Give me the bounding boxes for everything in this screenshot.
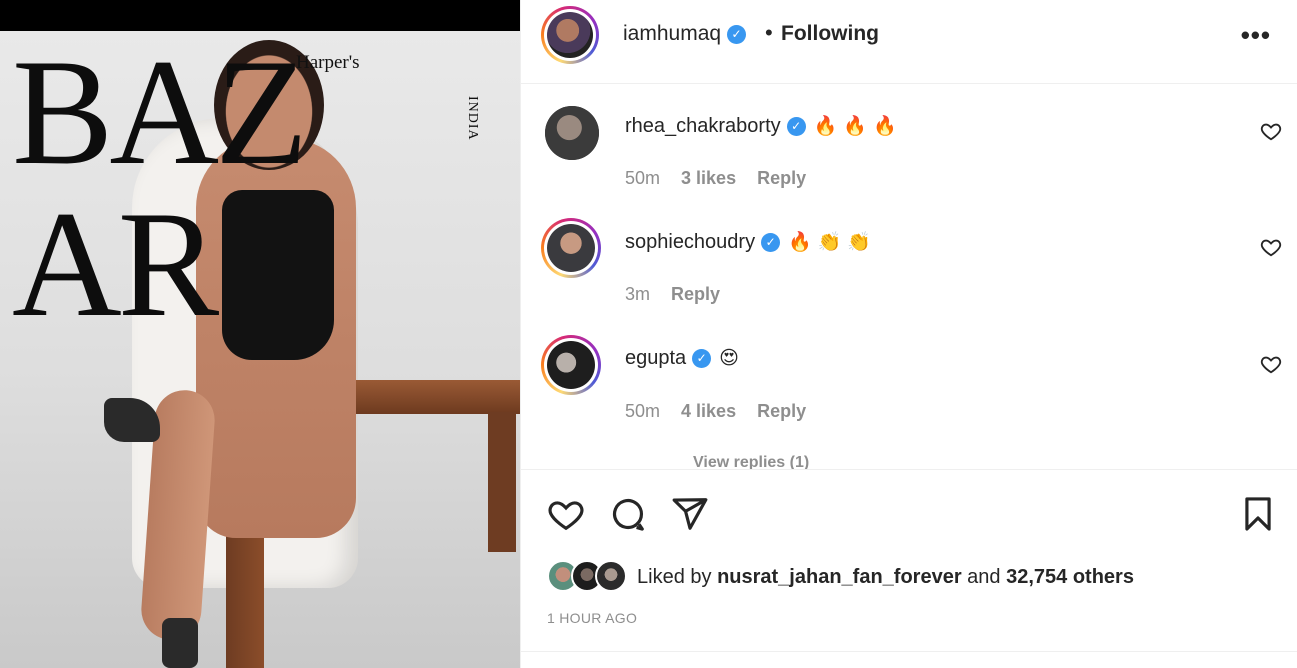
comment-body: rhea_chakraborty ✓ 🔥🔥🔥 bbox=[625, 114, 903, 138]
author-avatar[interactable] bbox=[541, 6, 599, 64]
post-timestamp[interactable]: 1 HOUR AGO bbox=[547, 610, 637, 626]
comment-username[interactable]: rhea_chakraborty bbox=[625, 115, 781, 137]
comment-username[interactable]: egupta bbox=[625, 347, 686, 369]
comment-meta: 50m 4 likes Reply bbox=[625, 401, 822, 422]
comment-time: 3m bbox=[625, 284, 651, 304]
comment-time: 50m bbox=[625, 168, 661, 188]
author-username-text[interactable]: iamhumaq bbox=[623, 22, 721, 45]
bookmark-icon[interactable] bbox=[1239, 495, 1277, 533]
verified-badge-icon: ✓ bbox=[786, 117, 806, 136]
comment-text: 😍 bbox=[719, 348, 745, 369]
comment-likes[interactable]: 3 likes bbox=[681, 168, 736, 188]
table-leg bbox=[488, 412, 516, 552]
likes-prefix: Liked by bbox=[637, 566, 712, 588]
comment-avatar[interactable] bbox=[545, 106, 599, 160]
divider bbox=[521, 651, 1297, 652]
comment-meta: 3m Reply bbox=[625, 284, 736, 305]
post-side-panel: iamhumaq ✓ • Following ••• rhea_chakrabor… bbox=[520, 0, 1297, 668]
likes-conjunction: and bbox=[967, 566, 1001, 588]
header-separator: • bbox=[765, 20, 773, 45]
comment-item: sophiechoudry ✓ 🔥👏👏 3m Reply bbox=[521, 200, 1297, 316]
following-button[interactable]: Following bbox=[781, 22, 879, 46]
comment-text: 🔥🔥🔥 bbox=[813, 116, 903, 137]
comment-meta: 50m 3 likes Reply bbox=[625, 168, 822, 189]
comment-body: egupta ✓ 😍 bbox=[625, 347, 745, 370]
likes-text: Liked by nusrat_jahan_fan_forever and 32… bbox=[637, 566, 1134, 589]
comment-reply-button[interactable]: Reply bbox=[671, 284, 720, 304]
comment-item: rhea_chakraborty ✓ 🔥🔥🔥 50m 3 likes Reply bbox=[521, 84, 1297, 200]
magazine-brand: Harper's bbox=[296, 52, 360, 73]
comment-heart-icon[interactable] bbox=[1260, 120, 1282, 142]
comment-avatar[interactable] bbox=[541, 335, 601, 395]
verified-badge-icon: ✓ bbox=[727, 25, 747, 44]
likes-count[interactable]: 32,754 others bbox=[1006, 566, 1134, 588]
comment-text: 🔥👏👏 bbox=[788, 232, 878, 253]
liker-avatar bbox=[595, 560, 627, 592]
heart-icon[interactable] bbox=[547, 495, 585, 533]
author-username[interactable]: iamhumaq ✓ bbox=[623, 22, 747, 46]
comment-avatar[interactable] bbox=[541, 218, 601, 278]
post-image[interactable]: BAZ AR Harper's INDIA bbox=[0, 0, 520, 668]
figure-shoe bbox=[162, 618, 198, 668]
likes-summary: Liked by nusrat_jahan_fan_forever and 32… bbox=[547, 558, 1287, 594]
comment-icon[interactable] bbox=[609, 495, 647, 533]
verified-badge-icon: ✓ bbox=[761, 233, 781, 252]
view-replies-button[interactable]: View replies (1) bbox=[693, 454, 809, 469]
comment-heart-icon[interactable] bbox=[1260, 353, 1282, 375]
comment-heart-icon[interactable] bbox=[1260, 236, 1282, 258]
liker-username[interactable]: nusrat_jahan_fan_forever bbox=[717, 566, 962, 588]
action-bar bbox=[521, 471, 1297, 555]
comment-body: sophiechoudry ✓ 🔥👏👏 bbox=[625, 230, 877, 254]
comment-reply-button[interactable]: Reply bbox=[757, 401, 806, 421]
comment-time: 50m bbox=[625, 401, 661, 421]
magazine-masthead: BAZ AR bbox=[12, 28, 308, 348]
magazine-edition: INDIA bbox=[465, 96, 480, 141]
comment-reply-button[interactable]: Reply bbox=[757, 168, 806, 188]
comment-likes[interactable]: 4 likes bbox=[681, 401, 736, 421]
post-header: iamhumaq ✓ • Following ••• bbox=[521, 0, 1297, 84]
comment-username[interactable]: sophiechoudry bbox=[625, 231, 755, 253]
comment-item: egupta ✓ 😍 50m 4 likes Reply bbox=[521, 317, 1297, 433]
comments-list[interactable]: rhea_chakraborty ✓ 🔥🔥🔥 50m 3 likes Reply s… bbox=[521, 84, 1297, 470]
verified-badge-icon: ✓ bbox=[692, 349, 712, 368]
share-icon[interactable] bbox=[671, 495, 709, 533]
more-options-icon[interactable]: ••• bbox=[1241, 20, 1271, 51]
